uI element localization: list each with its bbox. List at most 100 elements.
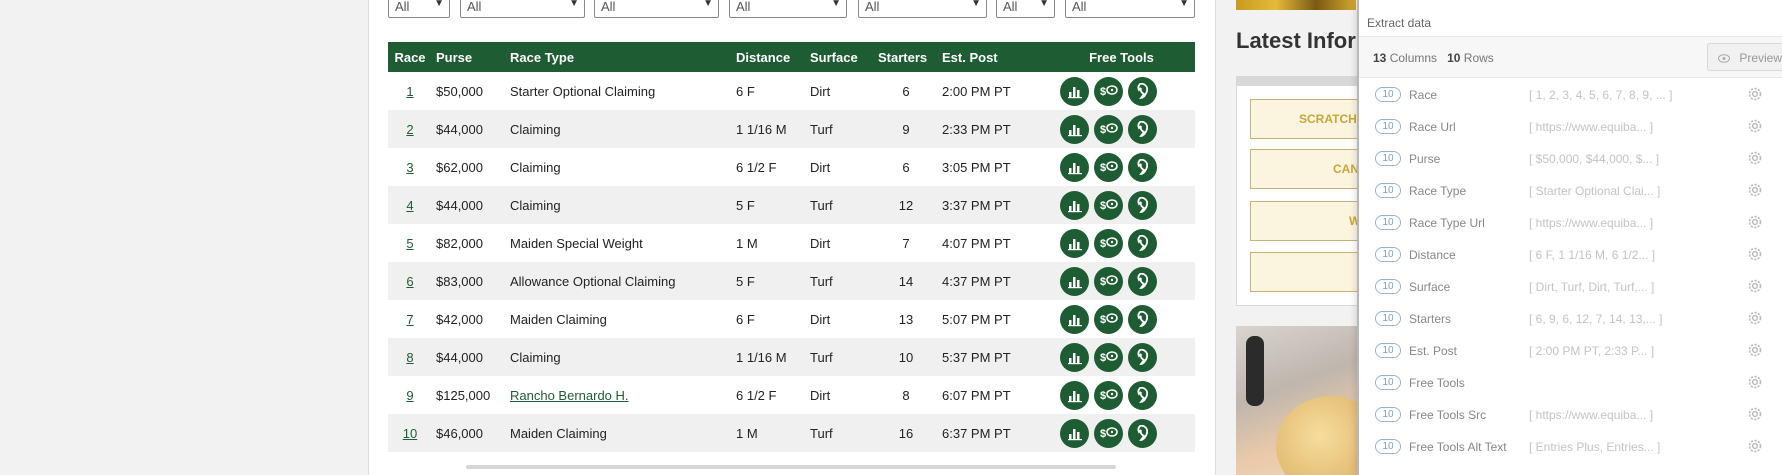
gear-icon[interactable]	[1746, 277, 1764, 295]
chart-button[interactable]	[1060, 380, 1089, 410]
cell-est-post: 2:33 PM PT	[938, 110, 1048, 148]
filter-select-5[interactable]: All ▼	[858, 0, 987, 18]
gear-icon[interactable]	[1746, 117, 1764, 135]
chevron-down-icon: ▼	[1179, 0, 1189, 9]
column-count-badge: 10	[1375, 439, 1401, 454]
dollar-chat-icon: $	[1100, 273, 1118, 289]
chart-button[interactable]	[1060, 418, 1089, 448]
header-surface: Surface	[806, 42, 874, 72]
gear-icon[interactable]	[1746, 405, 1764, 423]
sidebar-button-4[interactable]	[1250, 252, 1370, 292]
race-link[interactable]: 6	[406, 274, 413, 289]
gear-icon[interactable]	[1746, 85, 1764, 103]
header-race: Race	[388, 42, 432, 72]
race-link[interactable]: 1	[406, 84, 413, 99]
dollar-chat-button[interactable]: $	[1094, 114, 1123, 144]
cancellations-button[interactable]: CAN	[1250, 149, 1370, 189]
dollar-chat-button[interactable]: $	[1094, 152, 1123, 182]
horizontal-scrollbar[interactable]	[466, 465, 1116, 469]
dollar-chat-icon: $	[1100, 159, 1118, 175]
gear-icon[interactable]	[1746, 309, 1764, 327]
race-link[interactable]: 5	[406, 236, 413, 251]
horse-head-button[interactable]	[1128, 228, 1157, 258]
horse-head-button[interactable]	[1128, 418, 1157, 448]
gear-icon[interactable]	[1746, 181, 1764, 199]
column-row[interactable]: 10 Race Type Url [ https://www.equiba... ]	[1359, 206, 1782, 238]
chart-button[interactable]	[1060, 76, 1089, 106]
photo-detail	[1276, 396, 1366, 475]
column-row[interactable]: 10 Free Tools	[1359, 366, 1782, 398]
chart-button[interactable]	[1060, 152, 1089, 182]
filter-select-1[interactable]: All ▼	[388, 0, 450, 18]
cell-race: 6	[388, 262, 432, 300]
table-header-row: Race Purse Race Type Distance Surface St…	[388, 42, 1195, 72]
gear-icon[interactable]	[1746, 213, 1764, 231]
race-link[interactable]: 3	[406, 160, 413, 175]
eye-icon	[1718, 51, 1733, 65]
chart-button[interactable]	[1060, 304, 1089, 334]
race-link[interactable]: 7	[406, 312, 413, 327]
horse-head-button[interactable]	[1128, 76, 1157, 106]
horse-head-button[interactable]	[1128, 304, 1157, 334]
dollar-chat-button[interactable]: $	[1094, 228, 1123, 258]
dollar-chat-button[interactable]: $	[1094, 418, 1123, 448]
dollar-chat-button[interactable]: $	[1094, 380, 1123, 410]
race-type-link[interactable]: Rancho Bernardo H.	[510, 388, 629, 403]
horse-head-button[interactable]	[1128, 152, 1157, 182]
filter-select-6[interactable]: All ▼	[996, 0, 1055, 18]
horse-head-button[interactable]	[1128, 114, 1157, 144]
filter-select-3[interactable]: All ▼	[594, 0, 719, 18]
gear-icon[interactable]	[1746, 437, 1764, 455]
cell-race: 8	[388, 338, 432, 376]
race-link[interactable]: 10	[403, 426, 417, 441]
horse-head-button[interactable]	[1128, 342, 1157, 372]
column-row[interactable]: 10 Surface [ Dirt, Turf, Dirt, Turf,... ]	[1359, 270, 1782, 302]
horse-head-button[interactable]	[1128, 266, 1157, 296]
filter-select-4[interactable]: All ▼	[729, 0, 847, 18]
cell-surface: Dirt	[810, 235, 831, 251]
cell-purse: $62,000	[436, 159, 483, 175]
table-row: 2 $44,000 Claiming 1 1/16 M Turf 9 2:33 PM PT $	[388, 110, 1195, 148]
column-row[interactable]: 10 Starters [ 6, 9, 6, 12, 7, 14, 13,... ]	[1359, 302, 1782, 334]
dollar-chat-button[interactable]: $	[1094, 266, 1123, 296]
chevron-down-icon: ▼	[1039, 0, 1049, 9]
race-link[interactable]: 2	[406, 122, 413, 137]
horse-head-button[interactable]	[1128, 190, 1157, 220]
filter-select-2[interactable]: All ▼	[460, 0, 585, 18]
column-row[interactable]: 10 Race Type [ Starter Optional Clai... ]	[1359, 174, 1782, 206]
preview-button[interactable]: Preview	[1707, 43, 1782, 71]
gear-icon[interactable]	[1746, 341, 1764, 359]
horse-head-button[interactable]	[1128, 380, 1157, 410]
chart-button[interactable]	[1060, 190, 1089, 220]
race-link[interactable]: 4	[406, 198, 413, 213]
dollar-chat-button[interactable]: $	[1094, 76, 1123, 106]
cell-distance: 1 1/16 M	[732, 110, 806, 148]
rows-label: Rows	[1463, 51, 1494, 65]
chart-button[interactable]	[1060, 342, 1089, 372]
race-link[interactable]: 8	[406, 350, 413, 365]
chart-button[interactable]	[1060, 114, 1089, 144]
column-row[interactable]: 10 Race Url [ https://www.equiba... ]	[1359, 110, 1782, 142]
chart-button[interactable]	[1060, 266, 1089, 296]
gear-icon[interactable]	[1746, 245, 1764, 263]
column-row[interactable]: 10 Est. Post [ 2:00 PM PT, 2:33 P... ]	[1359, 334, 1782, 366]
column-row[interactable]: 10 Race [ 1, 2, 3, 4, 5, 6, 7, 8, 9, ... ]	[1359, 78, 1782, 110]
column-row[interactable]: 10 Free Tools Src [ https://www.equiba... …	[1359, 398, 1782, 430]
dollar-chat-button[interactable]: $	[1094, 190, 1123, 220]
chart-button[interactable]	[1060, 228, 1089, 258]
cell-race-type: Claiming	[506, 338, 732, 376]
sidebar-button-w[interactable]: W	[1250, 201, 1370, 241]
filter-select-7[interactable]: All ▼	[1065, 0, 1195, 18]
column-row[interactable]: 10 Free Tools Alt Text [ Entries Plus, Ent…	[1359, 430, 1782, 462]
column-row[interactable]: 10 Distance [ 6 F, 1 1/16 M, 6 1/2... ]	[1359, 238, 1782, 270]
svg-text:$: $	[1100, 162, 1106, 174]
dollar-chat-button[interactable]: $	[1094, 342, 1123, 372]
gear-icon[interactable]	[1746, 149, 1764, 167]
cell-est-post: 4:37 PM PT	[938, 262, 1048, 300]
chart-icon	[1067, 235, 1083, 251]
dollar-chat-button[interactable]: $	[1094, 304, 1123, 334]
race-link[interactable]: 9	[406, 388, 413, 403]
scratches-button[interactable]: SCRATCH	[1250, 99, 1370, 139]
column-row[interactable]: 10 Purse [ $50,000, $44,000, $... ]	[1359, 142, 1782, 174]
gear-icon[interactable]	[1746, 373, 1764, 391]
